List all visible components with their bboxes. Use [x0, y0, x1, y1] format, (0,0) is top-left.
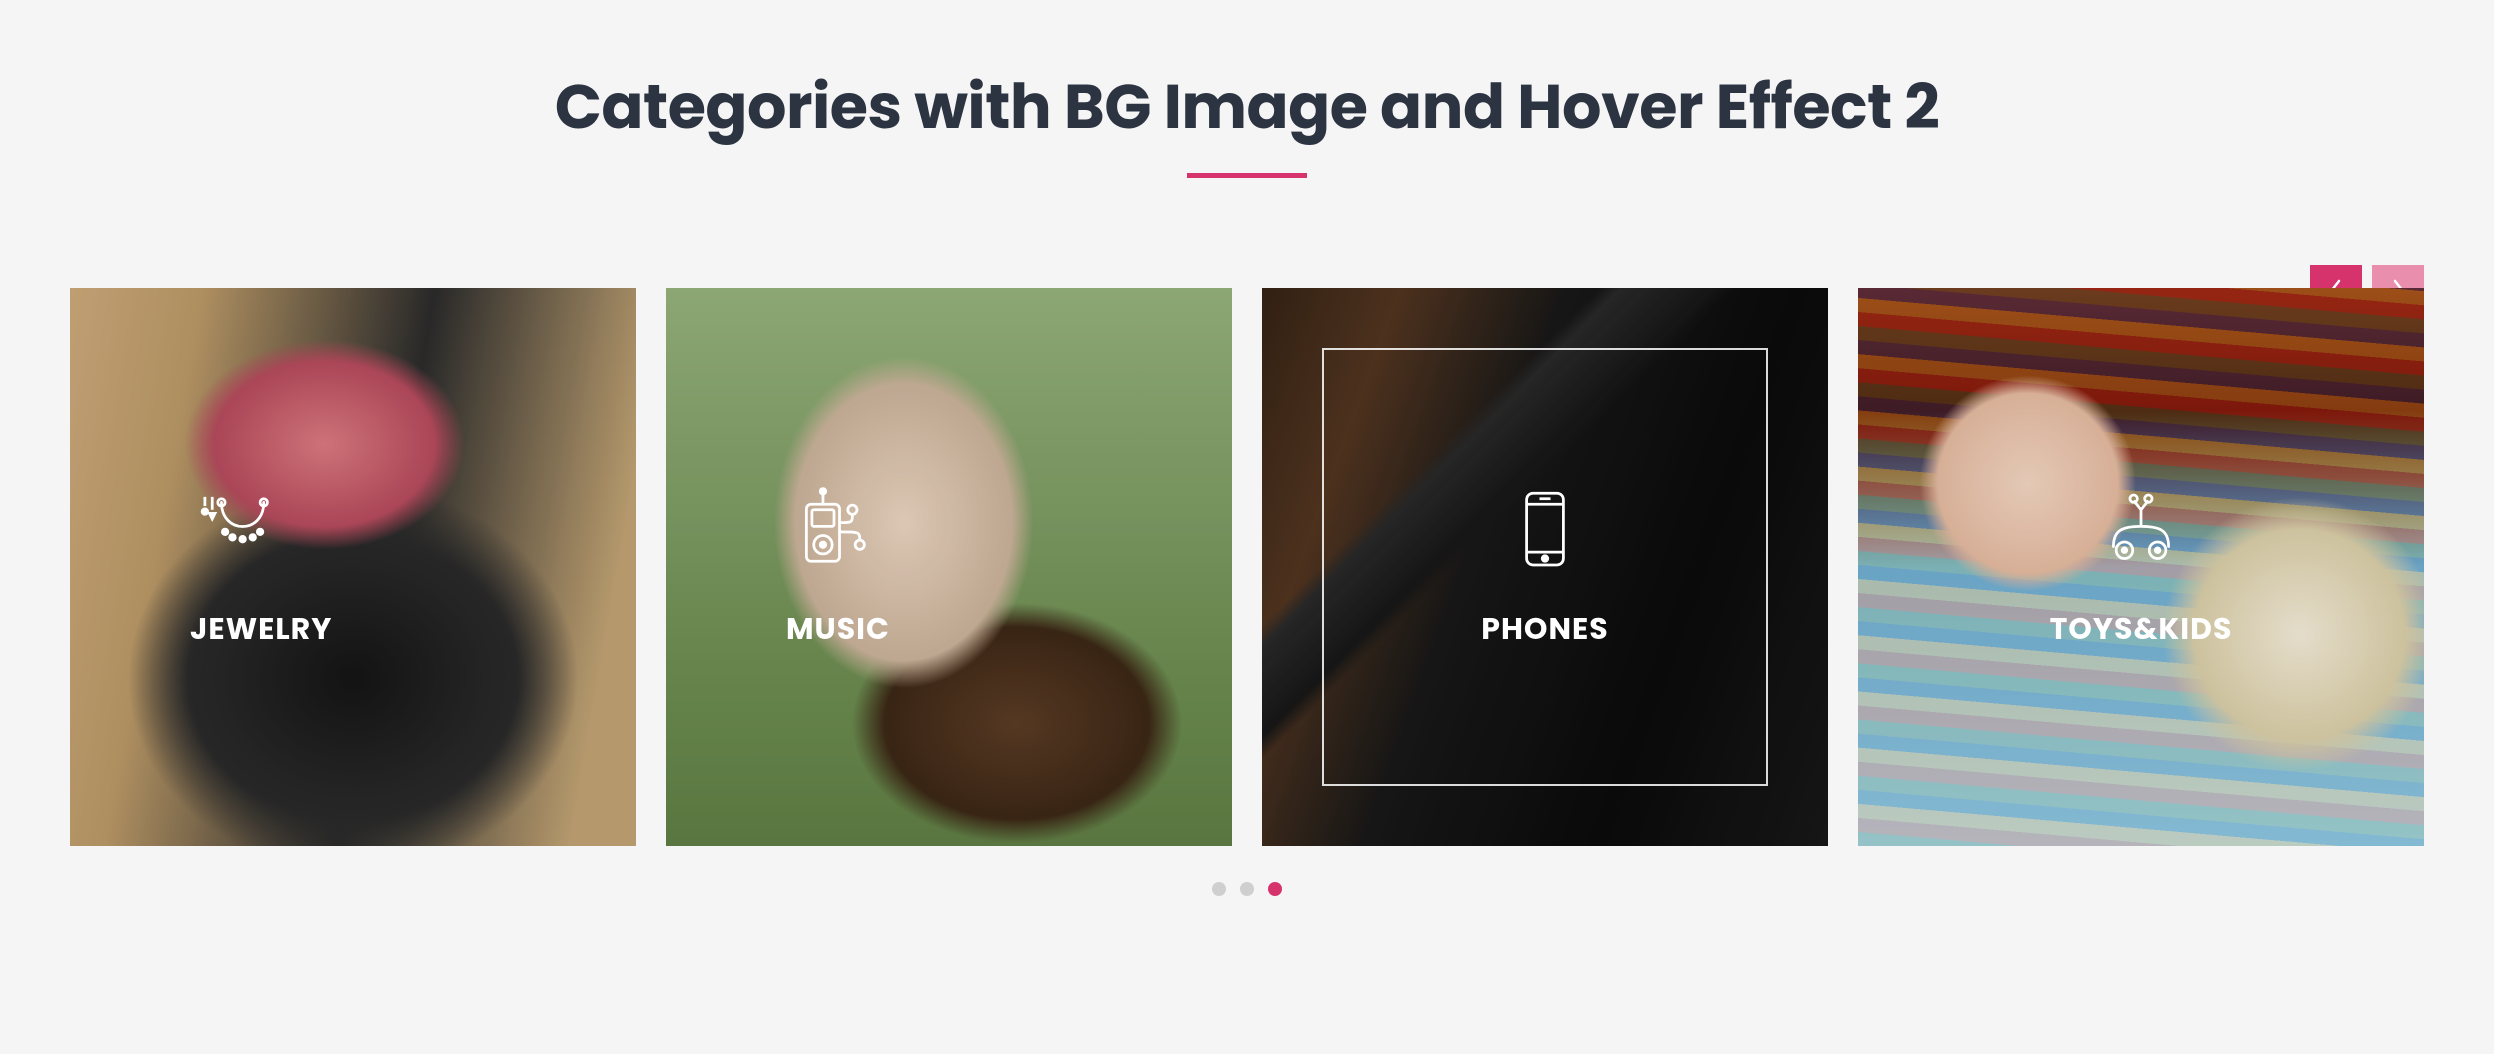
- toy-car-icon: [2093, 482, 2189, 578]
- carousel-dot-2[interactable]: [1240, 882, 1254, 896]
- music-player-icon: [786, 482, 882, 578]
- category-label: PHONES: [1481, 606, 1608, 652]
- card-content: TOYS&KIDS: [1858, 288, 2424, 846]
- section-title: Categories with BG Image and Hover Effec…: [70, 60, 2424, 153]
- card-content: JEWELRY: [70, 288, 636, 846]
- carousel-dot-3[interactable]: [1268, 882, 1282, 896]
- category-label: TOYS&KIDS: [2050, 606, 2233, 652]
- category-card-music[interactable]: MUSIC: [666, 288, 1232, 846]
- category-card-jewelry[interactable]: JEWELRY: [70, 288, 636, 846]
- smartphone-icon: [1497, 482, 1593, 578]
- carousel-dots: [70, 882, 2424, 896]
- category-label: MUSIC: [786, 606, 890, 652]
- category-cards-row: JEWELRY MUSIC: [70, 288, 2424, 846]
- category-card-phones[interactable]: PHONES: [1262, 288, 1828, 846]
- card-content: PHONES: [1262, 288, 1828, 846]
- necklace-icon: [190, 482, 286, 578]
- categories-section: Categories with BG Image and Hover Effec…: [70, 60, 2424, 896]
- carousel-dot-1[interactable]: [1212, 882, 1226, 896]
- category-card-toys[interactable]: TOYS&KIDS: [1858, 288, 2424, 846]
- title-underline: [1187, 173, 1307, 178]
- card-content: MUSIC: [666, 288, 1232, 846]
- category-label: JEWELRY: [190, 606, 332, 652]
